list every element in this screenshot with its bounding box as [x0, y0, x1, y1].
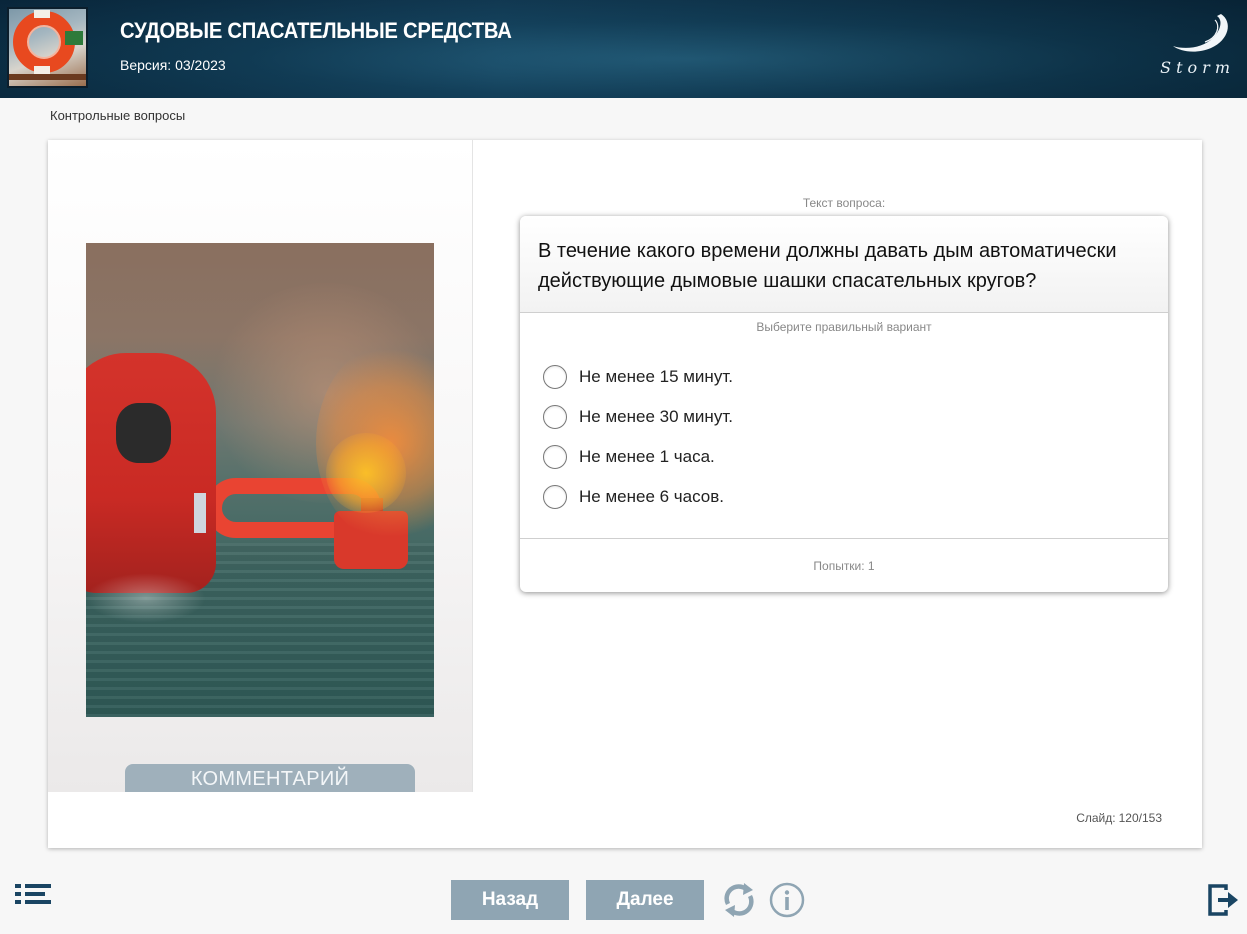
back-button[interactable]: Назад — [451, 880, 569, 920]
answer-option-label: Не менее 1 часа. — [579, 447, 715, 466]
radio-button[interactable] — [543, 485, 567, 509]
question-caption: Текст вопроса: — [802, 196, 886, 210]
course-thumbnail — [7, 7, 88, 88]
answer-options: Не менее 15 минут. Не менее 30 минут. Не… — [520, 357, 1168, 517]
course-version: Версия: 03/2023 — [120, 57, 226, 73]
info-icon[interactable] — [768, 881, 806, 919]
slide-counter-value: 120/153 — [1118, 811, 1162, 825]
radio-button[interactable] — [543, 365, 567, 389]
choose-hint: Выберите правильный вариант — [756, 320, 932, 334]
answer-option-label: Не менее 6 часов. — [579, 487, 725, 506]
course-title: СУДОВЫЕ СПАСАТЕЛЬНЫЕ СРЕДСТВА — [120, 18, 512, 43]
app-header: СУДОВЫЕ СПАСАТЕЛЬНЫЕ СРЕДСТВА Версия: 03… — [0, 0, 1247, 98]
attempts-counter: Попытки: 1 — [520, 538, 1168, 592]
slide-card: КОММЕНТАРИЙ Текст вопроса: В течение как… — [48, 140, 1202, 848]
storm-logo-text: Storm — [1160, 58, 1235, 77]
illustration-panel: КОММЕНТАРИЙ — [48, 140, 473, 792]
slide-counter: Слайд: 120/153 — [1073, 811, 1162, 825]
answer-option[interactable]: Не менее 30 минут. — [543, 397, 1168, 437]
comment-button[interactable]: КОММЕНТАРИЙ — [125, 764, 415, 792]
breadcrumb: Контрольные вопросы — [50, 108, 186, 123]
answer-option-label: Не менее 30 минут. — [579, 407, 733, 426]
question-box: В течение какого времени должны давать д… — [520, 216, 1168, 592]
menu-list-icon[interactable] — [15, 882, 53, 912]
slide-counter-label: Слайд: — [1076, 811, 1116, 825]
smoke-signal-photo — [86, 243, 434, 717]
next-button[interactable]: Далее — [586, 880, 704, 920]
answer-option[interactable]: Не менее 6 часов. — [543, 477, 1168, 517]
reload-icon[interactable] — [720, 880, 758, 920]
radio-button[interactable] — [543, 445, 567, 469]
answer-option[interactable]: Не менее 1 часа. — [543, 437, 1168, 477]
exit-icon[interactable] — [1208, 884, 1240, 916]
radio-button[interactable] — [543, 405, 567, 429]
answer-option[interactable]: Не менее 15 минут. — [543, 357, 1168, 397]
question-text: В течение какого времени должны давать д… — [520, 216, 1168, 313]
answer-option-label: Не менее 15 минут. — [579, 367, 733, 386]
